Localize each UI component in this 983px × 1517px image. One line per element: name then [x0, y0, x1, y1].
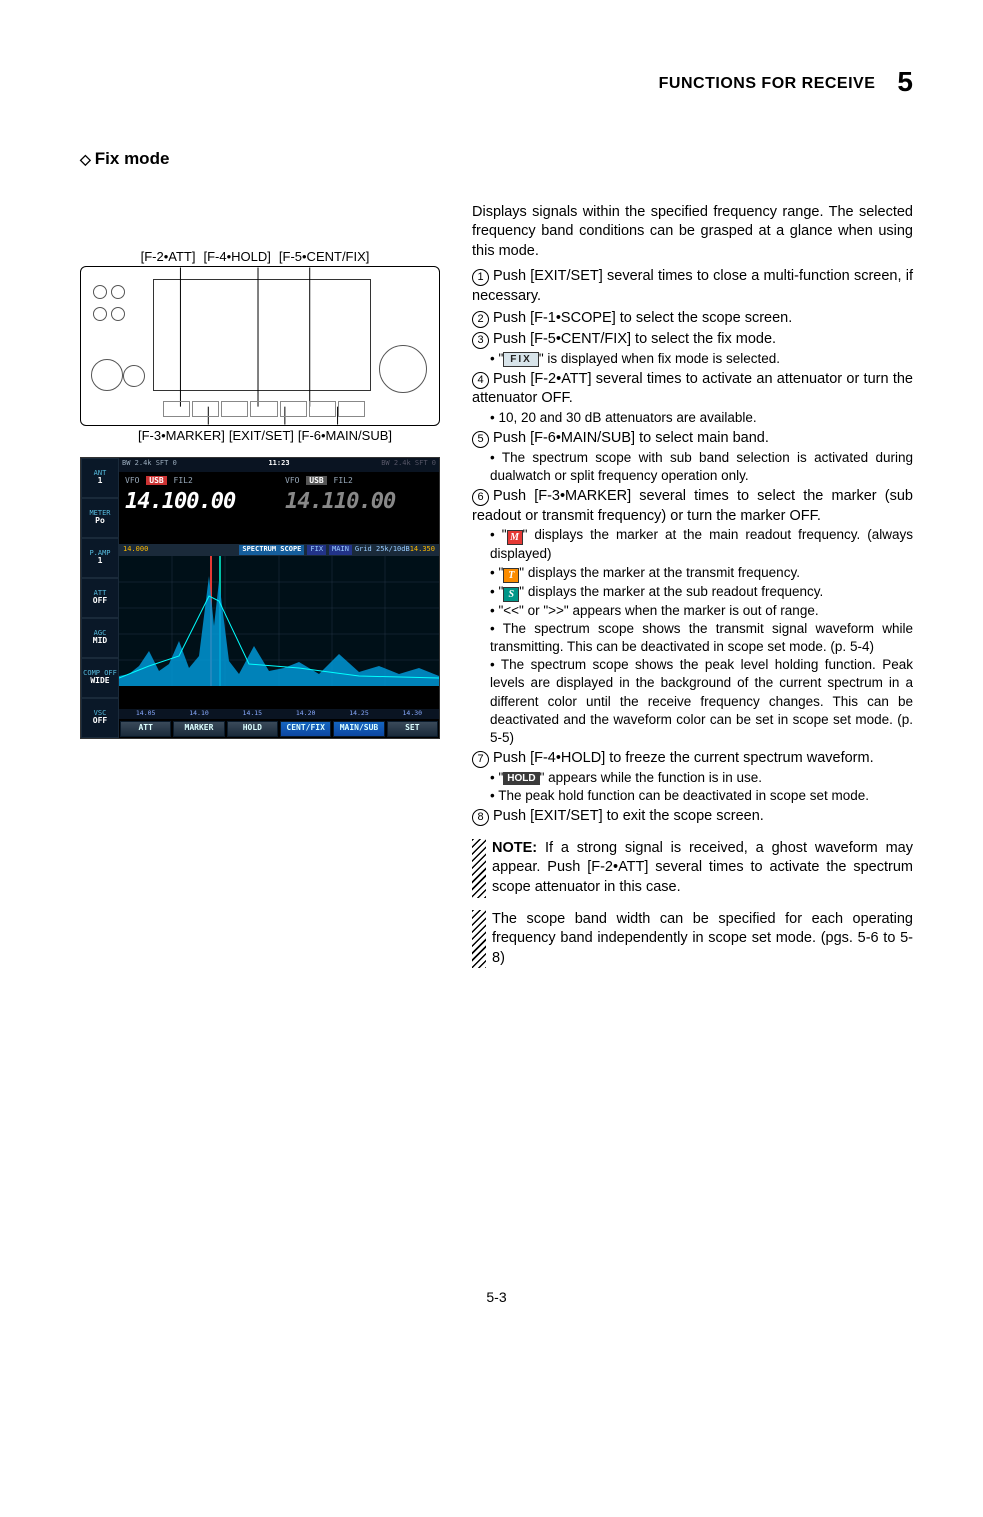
page-header: FUNCTIONS FOR RECEIVE 5 [80, 60, 913, 98]
callout-f6-mainsub: [F-6•MAIN/SUB] [298, 427, 392, 445]
sk-set: SET [387, 721, 438, 737]
callout-f3-marker: [F-3•MARKER] [138, 427, 225, 445]
sk-centfix: CENT/FIX [280, 721, 331, 737]
callout-exit-set: [EXIT/SET] [229, 427, 294, 445]
sk-marker: MARKER [173, 721, 224, 737]
step-3: 3Push [F-5•CENT/FIX] to select the fix m… [472, 330, 913, 368]
hatch-icon [472, 839, 486, 898]
step-1: 1Push [EXIT/SET] several times to close … [472, 267, 913, 306]
diamond-icon: ◇ [80, 151, 91, 167]
side-ant: ANT1 [81, 458, 119, 498]
callout-f2-att: [F-2•ATT] [141, 248, 196, 266]
sk-hold: HOLD [227, 721, 278, 737]
side-vsc: VSCOFF [81, 698, 119, 738]
side-agc: AGCMID [81, 618, 119, 658]
header-section: FUNCTIONS FOR RECEIVE [659, 75, 876, 92]
radio-diagram: [F-2•ATT] [F-4•HOLD] [F-5•CENT/FIX] [80, 248, 440, 445]
lcd-softkeys: ATT MARKER HOLD CENT/FIX MAIN/SUB SET [119, 720, 439, 738]
radio-outline [80, 266, 440, 426]
vfo-main: VFO USB FIL2 14.100.00 [119, 472, 279, 544]
step-4: 4Push [F-2•ATT] several times to activat… [472, 370, 913, 427]
marker-t-icon: T [503, 568, 519, 583]
side-att: ATTOFF [81, 578, 119, 618]
side-pamp: P.AMP1 [81, 538, 119, 578]
side-meter: METERPo [81, 498, 119, 538]
callouts-top: [F-2•ATT] [F-4•HOLD] [F-5•CENT/FIX] [70, 248, 440, 266]
sk-mainsub: MAIN/SUB [333, 721, 384, 737]
body-text: Displays signals within the specified fr… [472, 203, 913, 969]
lcd-topbar: BW 2.4k SFT 0 11:23 BW 2.4k SFT 0 [119, 458, 439, 472]
step-7: 7Push [F-4•HOLD] to freeze the current s… [472, 749, 913, 805]
step-5: 5Push [F-6•MAIN/SUB] to select main band… [472, 429, 913, 485]
callout-f5-centfix: [F-5•CENT/FIX] [279, 248, 370, 266]
lcd-sidebar: ANT1 METERPo P.AMP1 ATTOFF AGCMID COMP O… [81, 458, 119, 738]
side-comp: COMP OFFWIDE [81, 658, 119, 698]
marker-m-icon: M [507, 530, 523, 545]
note-1: NOTE: If a strong signal is received, a … [472, 839, 913, 898]
step-6: 6Push [F-3•MARKER] several times to sele… [472, 487, 913, 747]
callout-f4-hold: [F-4•HOLD] [203, 248, 270, 266]
section-title: ◇Fix mode [80, 148, 913, 171]
hatch-icon [472, 910, 486, 969]
note-2: The scope band width can be specified fo… [472, 910, 913, 969]
vfo-sub: VFO USB FIL2 14.110.00 [279, 472, 439, 544]
scope-header: 14.000 SPECTRUM SCOPE FIX MAIN Grid 25k/… [119, 544, 439, 556]
spectrum-area [119, 556, 439, 686]
fix-badge: FIX [503, 352, 539, 368]
sk-att: ATT [120, 721, 171, 737]
lcd-screenshot: ANT1 METERPo P.AMP1 ATTOFF AGCMID COMP O… [80, 457, 440, 739]
marker-s-icon: S [503, 587, 519, 602]
step-8: 8Push [EXIT/SET] to exit the scope scree… [472, 807, 913, 827]
intro-paragraph: Displays signals within the specified fr… [472, 203, 913, 262]
page-number: 5-3 [80, 1288, 913, 1307]
callouts-bottom: [F-3•MARKER] [EXIT/SET] [F-6•MAIN/SUB] [90, 427, 440, 445]
hold-badge: HOLD [503, 772, 539, 786]
step-2: 2Push [F-1•SCOPE] to select the scope sc… [472, 309, 913, 329]
header-chapter: 5 [897, 66, 913, 97]
